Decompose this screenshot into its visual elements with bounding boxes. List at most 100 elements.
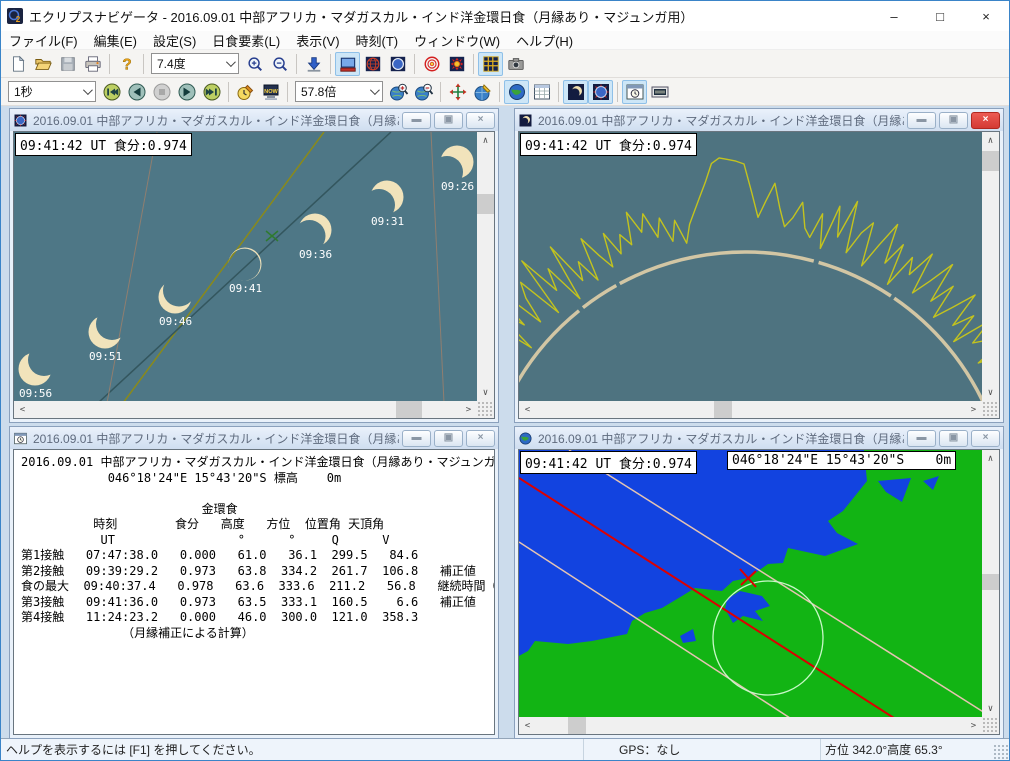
child-restore-button[interactable]: ▣ xyxy=(434,112,463,129)
report-titlebar[interactable]: 2016.09.01 中部アフリカ・マダガスカル・インド洋金環日食（月縁あり・マ… xyxy=(10,427,498,449)
zoom-in-icon xyxy=(246,55,264,73)
minimize-button[interactable]: – xyxy=(871,1,917,31)
zoom-out-button[interactable] xyxy=(267,52,292,76)
magnification-select[interactable]: 57.8倍 xyxy=(295,81,383,102)
child-minimize-button[interactable]: ▬ xyxy=(402,430,431,447)
fov-select[interactable]: 7.4度 xyxy=(151,53,239,74)
scroll-right-arrow[interactable]: > xyxy=(965,717,982,734)
time-step-select[interactable]: 1秒 xyxy=(8,81,96,102)
scroll-up-arrow[interactable]: ∧ xyxy=(982,132,999,149)
stop-button[interactable] xyxy=(149,80,174,104)
vertical-scrollbar[interactable]: ∧ ∨ xyxy=(982,450,999,717)
vertical-scroll-thumb[interactable] xyxy=(982,574,999,590)
horizontal-scrollbar[interactable]: < > xyxy=(14,401,477,418)
disc-view-toggle[interactable] xyxy=(385,52,410,76)
step-forward-button[interactable] xyxy=(199,80,224,104)
map-window-toggle[interactable] xyxy=(504,80,529,104)
step-backward-button[interactable] xyxy=(99,80,124,104)
limb-profile-window-toggle[interactable] xyxy=(588,80,613,104)
data-table-window-toggle[interactable] xyxy=(529,80,554,104)
play-forward-icon xyxy=(177,82,197,102)
window-limb-profile: 2016.09.01 中部アフリカ・マダガスカル・インド洋金環日食（月縁あり・マ… xyxy=(514,108,1004,423)
menu-view[interactable]: 表示(V) xyxy=(288,31,347,50)
target-icon xyxy=(423,55,441,73)
corona-toggle[interactable] xyxy=(444,52,469,76)
help-button[interactable] xyxy=(114,52,139,76)
scroll-left-arrow[interactable]: < xyxy=(519,717,536,734)
child-minimize-button[interactable]: ▬ xyxy=(907,112,936,129)
app-icon xyxy=(7,8,23,24)
eclipse-sim-window-toggle[interactable] xyxy=(563,80,588,104)
close-button[interactable]: × xyxy=(963,1,1009,31)
counter-window-toggle[interactable] xyxy=(647,80,672,104)
play-forward-button[interactable] xyxy=(174,80,199,104)
horizontal-scroll-thumb[interactable] xyxy=(568,717,586,734)
child-minimize-button[interactable]: ▬ xyxy=(907,430,936,447)
maximize-button[interactable]: □ xyxy=(917,1,963,31)
menu-file[interactable]: ファイル(F) xyxy=(1,31,86,50)
time-settings-button[interactable] xyxy=(233,80,258,104)
play-backward-button[interactable] xyxy=(124,80,149,104)
menu-window[interactable]: ウィンドウ(W) xyxy=(406,31,508,50)
child-restore-button[interactable]: ▣ xyxy=(939,112,968,129)
child-close-button[interactable]: × xyxy=(971,112,1000,129)
child-close-button[interactable]: × xyxy=(466,430,495,447)
menu-settings[interactable]: 設定(S) xyxy=(145,31,204,50)
horizontal-scroll-thumb[interactable] xyxy=(396,401,422,418)
scroll-down-arrow[interactable]: ∨ xyxy=(982,700,999,717)
screenshot-button[interactable] xyxy=(503,52,528,76)
child-close-button[interactable]: × xyxy=(971,430,1000,447)
map-titlebar[interactable]: 2016.09.01 中部アフリカ・マダガスカル・インド洋金環日食（月縁あり・マ… xyxy=(515,427,1003,449)
map-canvas[interactable]: 09:41:42 UT 食分:0.974 046°18'24"E 15°43'2… xyxy=(519,450,982,717)
grid-overlay-toggle[interactable] xyxy=(478,52,503,76)
menu-time[interactable]: 時刻(T) xyxy=(348,31,407,50)
globe-icon xyxy=(507,82,527,102)
target-rings-toggle[interactable] xyxy=(419,52,444,76)
new-file-button[interactable] xyxy=(5,52,30,76)
child-minimize-button[interactable]: ▬ xyxy=(402,112,431,129)
scroll-down-arrow[interactable]: ∨ xyxy=(477,384,494,401)
map-zoom-in-button[interactable] xyxy=(386,80,411,104)
eclipse-sim-canvas[interactable]: 09:2609:3109:3609:4109:4609:5109:56 09:4… xyxy=(14,132,477,401)
scroll-up-arrow[interactable]: ∧ xyxy=(982,450,999,467)
resize-grip[interactable] xyxy=(477,401,494,418)
child-restore-button[interactable]: ▣ xyxy=(939,430,968,447)
set-now-button[interactable] xyxy=(258,80,283,104)
save-button[interactable] xyxy=(55,52,80,76)
horizontal-scrollbar[interactable]: < > xyxy=(519,717,982,734)
limb-profile-titlebar[interactable]: 2016.09.01 中部アフリカ・マダガスカル・インド洋金環日食（月縁あり・マ… xyxy=(515,109,1003,131)
report-window-toggle[interactable] xyxy=(622,80,647,104)
globe-grid-toggle[interactable] xyxy=(360,52,385,76)
vertical-scrollbar[interactable]: ∧ ∨ xyxy=(477,132,494,401)
scroll-left-arrow[interactable]: < xyxy=(519,401,536,418)
vertical-scroll-thumb[interactable] xyxy=(982,151,999,171)
eclipse-sim-titlebar[interactable]: 2016.09.01 中部アフリカ・マダガスカル・インド洋金環日食（月縁あり・マ… xyxy=(10,109,498,131)
download-elements-button[interactable] xyxy=(301,52,326,76)
menu-edit[interactable]: 編集(E) xyxy=(86,31,145,50)
main-titlebar[interactable]: エクリプスナビゲータ - 2016.09.01 中部アフリカ・マダガスカル・イン… xyxy=(1,1,1009,31)
resize-grip[interactable] xyxy=(982,401,999,418)
vertical-scroll-thumb[interactable] xyxy=(477,194,494,214)
print-button[interactable] xyxy=(80,52,105,76)
menu-help[interactable]: ヘルプ(H) xyxy=(508,31,581,50)
pan-button[interactable] xyxy=(445,80,470,104)
scroll-left-arrow[interactable]: < xyxy=(14,401,31,418)
window-resize-grip[interactable] xyxy=(993,744,1009,760)
screen-view-toggle[interactable] xyxy=(335,52,360,76)
scroll-down-arrow[interactable]: ∨ xyxy=(982,384,999,401)
scroll-right-arrow[interactable]: > xyxy=(965,401,982,418)
scroll-right-arrow[interactable]: > xyxy=(460,401,477,418)
horizontal-scroll-thumb[interactable] xyxy=(714,401,732,418)
horizontal-scrollbar[interactable]: < > xyxy=(519,401,982,418)
map-zoom-out-button[interactable] xyxy=(411,80,436,104)
scroll-up-arrow[interactable]: ∧ xyxy=(477,132,494,149)
menu-eclipse-elements[interactable]: 日食要素(L) xyxy=(204,31,288,50)
resize-grip[interactable] xyxy=(982,717,999,734)
vertical-scrollbar[interactable]: ∧ ∨ xyxy=(982,132,999,401)
child-close-button[interactable]: × xyxy=(466,112,495,129)
child-restore-button[interactable]: ▣ xyxy=(434,430,463,447)
map-settings-button[interactable] xyxy=(470,80,495,104)
zoom-in-button[interactable] xyxy=(242,52,267,76)
open-file-button[interactable] xyxy=(30,52,55,76)
limb-profile-canvas[interactable]: 09:41:42 UT 食分:0.974 xyxy=(519,132,982,401)
